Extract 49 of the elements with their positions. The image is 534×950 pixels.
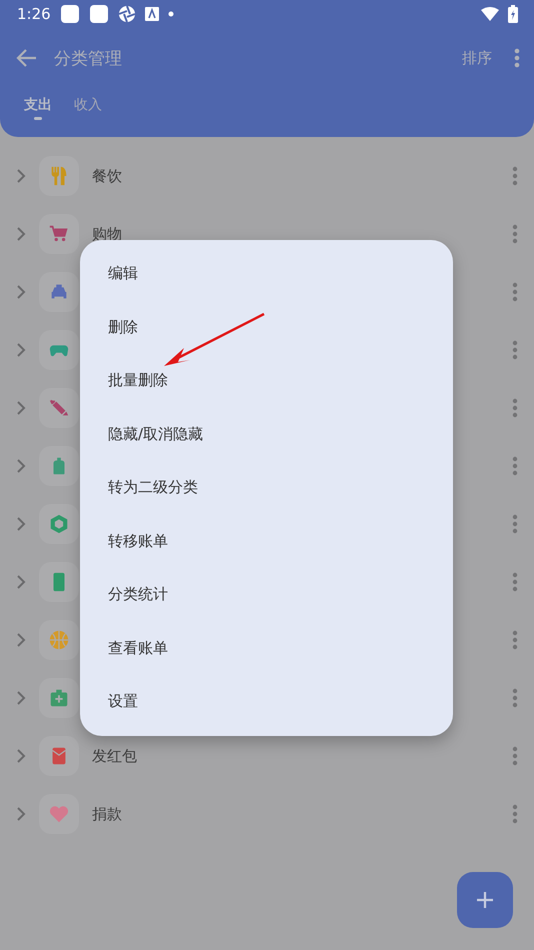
- wifi-icon: [481, 7, 499, 21]
- chevron-right-icon[interactable]: [16, 459, 26, 473]
- more-options-icon[interactable]: [512, 398, 518, 418]
- category-label: 餐饮: [92, 166, 123, 186]
- more-options-icon[interactable]: [512, 572, 518, 592]
- aperture-icon: [118, 5, 136, 23]
- status-time: 1:26: [17, 5, 51, 23]
- menu-item[interactable]: 删除: [80, 300, 453, 354]
- menu-item[interactable]: 分类统计: [80, 568, 453, 622]
- more-options-icon[interactable]: [512, 224, 518, 244]
- battery-icon: [508, 5, 518, 23]
- more-options-icon[interactable]: [512, 514, 518, 534]
- category-label: 发红包: [92, 746, 138, 766]
- chevron-right-icon[interactable]: [16, 227, 26, 241]
- more-options-icon[interactable]: [512, 282, 518, 302]
- chevron-right-icon[interactable]: [16, 343, 26, 357]
- menu-item[interactable]: 查看账单: [80, 622, 453, 675]
- chevron-right-icon[interactable]: [16, 285, 26, 299]
- more-options-icon[interactable]: [512, 456, 518, 476]
- plus-icon: [475, 890, 495, 910]
- menu-item[interactable]: 转为二级分类: [80, 461, 453, 514]
- chevron-right-icon[interactable]: [16, 633, 26, 647]
- chevron-right-icon[interactable]: [16, 517, 26, 531]
- app-notification-icon: [60, 4, 80, 24]
- chevron-right-icon[interactable]: [16, 807, 26, 821]
- more-options-icon[interactable]: [512, 630, 518, 650]
- category-label: 捐款: [92, 804, 123, 824]
- more-options-icon[interactable]: [512, 340, 518, 360]
- back-arrow-icon[interactable]: [16, 47, 38, 69]
- add-button[interactable]: [457, 872, 513, 928]
- keyboard-icon: [144, 7, 159, 21]
- menu-item[interactable]: 转移账单: [80, 514, 453, 568]
- page-title: 分类管理: [54, 48, 123, 70]
- dot-icon: [168, 11, 174, 17]
- more-options-icon[interactable]: [512, 746, 518, 766]
- more-options-icon[interactable]: [512, 166, 518, 186]
- menu-item[interactable]: 批量删除: [80, 354, 453, 408]
- menu-item[interactable]: 编辑: [80, 247, 453, 300]
- app-notification-icon: [88, 4, 109, 24]
- chevron-right-icon[interactable]: [16, 749, 26, 763]
- chevron-right-icon[interactable]: [16, 575, 26, 589]
- more-menu-icon[interactable]: [514, 48, 520, 68]
- chevron-right-icon[interactable]: [16, 691, 26, 705]
- menu-item[interactable]: 隐藏/取消隐藏: [80, 408, 453, 461]
- menu-item[interactable]: 设置: [80, 675, 453, 728]
- more-options-icon[interactable]: [512, 804, 518, 824]
- chevron-right-icon[interactable]: [16, 169, 26, 183]
- more-options-icon[interactable]: [512, 688, 518, 708]
- chevron-right-icon[interactable]: [16, 401, 26, 415]
